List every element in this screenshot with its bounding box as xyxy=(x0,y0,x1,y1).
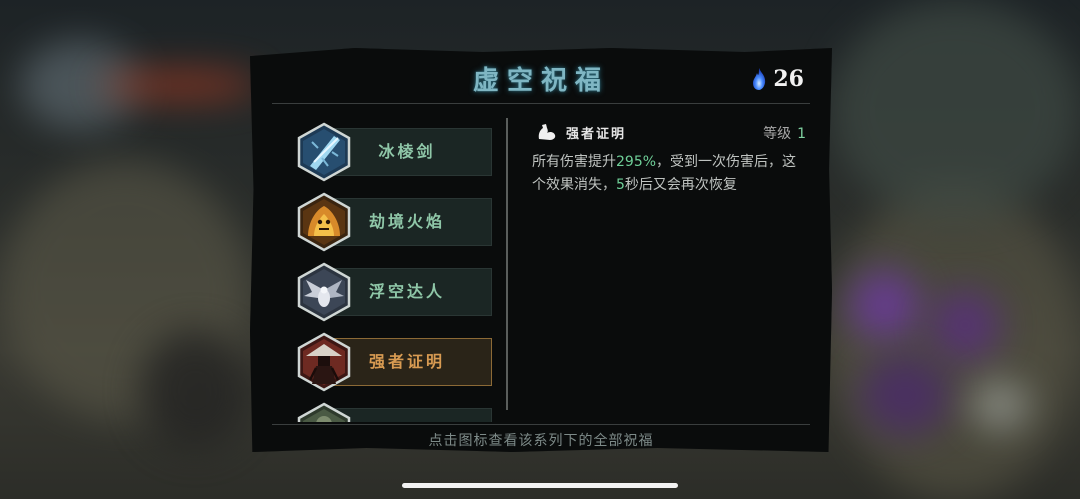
blessing-description: 所有伤害提升295%，受到一次伤害后，这个效果消失，5秒后又会再次恢复 xyxy=(532,151,808,197)
blessing-item-ice-sword[interactable]: 冰棱剑 xyxy=(294,122,494,182)
blessing-detail-name: 强者证明 xyxy=(566,127,627,142)
currency-counter: 26 xyxy=(751,66,804,92)
dialog-title: 虚空祝福 xyxy=(472,66,609,96)
blessing-item-partial[interactable] xyxy=(294,402,494,422)
top-divider xyxy=(272,103,810,104)
blue-flame-icon xyxy=(753,68,766,90)
blessing-detail-header: 强者证明 等级 1 xyxy=(534,122,806,144)
desc-highlight-value: 5 xyxy=(616,177,625,193)
desc-text: 所有伤害提升 xyxy=(532,154,616,170)
blessing-list[interactable]: 冰棱剑 劫境火焰 浮空达人 强者证明 xyxy=(294,122,494,422)
column-divider xyxy=(506,118,508,410)
desc-text: 秒后又会再次恢复 xyxy=(624,177,737,193)
home-indicator[interactable] xyxy=(402,483,678,488)
level-value: 1 xyxy=(797,126,806,142)
currency-value: 26 xyxy=(773,66,804,92)
blessing-dialog: 虚空祝福 26 冰棱剑 劫境火焰 浮空达人 强者证明 强者证明 等级 1 所有伤… xyxy=(250,48,832,452)
dialog-hint: 点击图标查看该系列下的全部祝福 xyxy=(428,433,654,449)
flexed-arm-icon xyxy=(538,124,556,140)
blessing-level: 等级 1 xyxy=(763,123,806,143)
blessing-item-strength[interactable]: 强者证明 xyxy=(294,332,494,392)
warrior-portrait-icon[interactable] xyxy=(294,332,354,392)
partial-blessing-icon[interactable] xyxy=(294,402,354,422)
desc-highlight-value: 295% xyxy=(616,154,657,170)
bottom-divider xyxy=(272,424,810,425)
blessing-item-float[interactable]: 浮空达人 xyxy=(294,262,494,322)
level-label: 等级 xyxy=(763,126,792,142)
winged-creature-icon[interactable] xyxy=(294,262,354,322)
ice-sword-icon[interactable] xyxy=(294,122,354,182)
flame-beast-icon[interactable] xyxy=(294,192,354,252)
blessing-item-fire[interactable]: 劫境火焰 xyxy=(294,192,494,252)
